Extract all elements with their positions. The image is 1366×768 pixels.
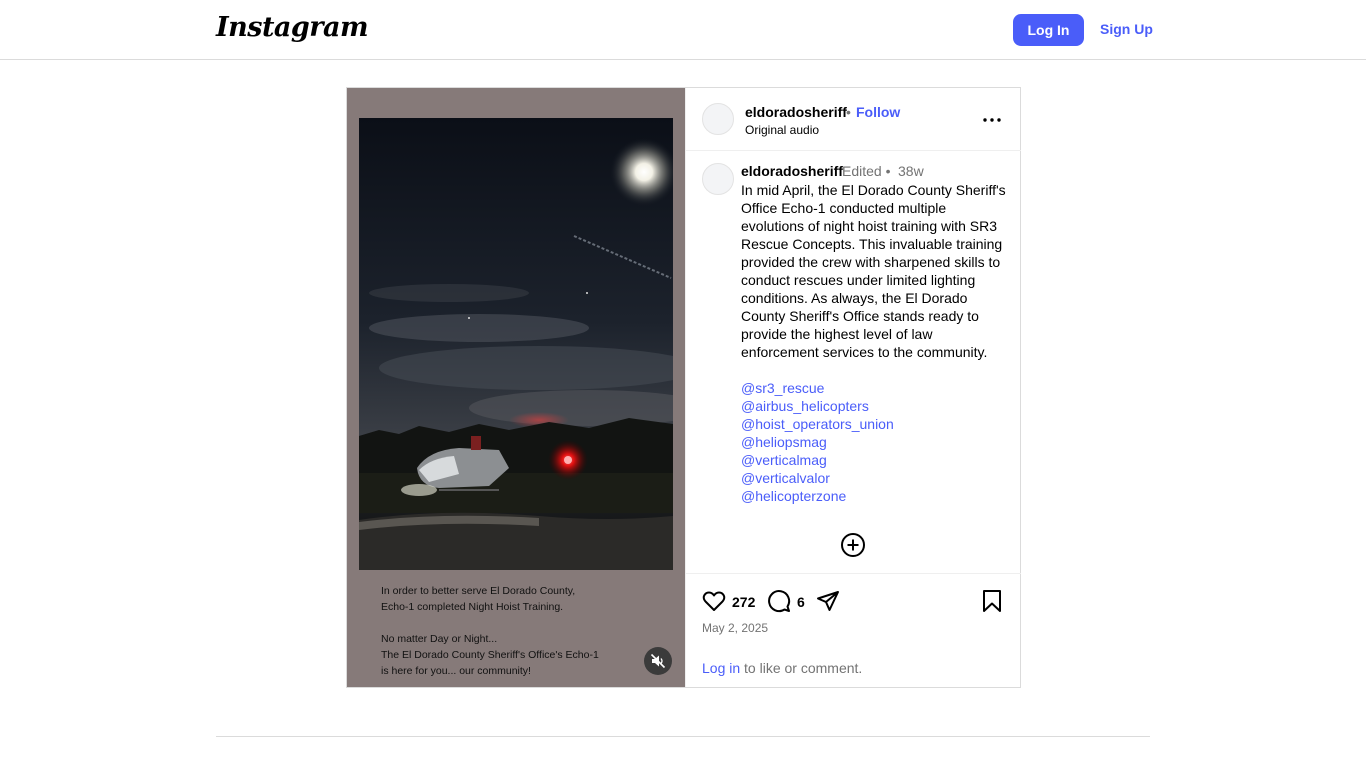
instagram-logo[interactable]: Instagram xyxy=(216,12,369,43)
post-actions: 272 6 May 2, 2025 Log in to like or comm… xyxy=(686,573,1021,687)
follow-button[interactable]: Follow xyxy=(856,104,900,120)
audio-link[interactable]: Original audio xyxy=(745,123,819,137)
header-separator: • xyxy=(846,104,851,120)
login-prompt: Log in to like or comment. xyxy=(702,660,862,676)
caption-text: In mid April, the El Dorado County Sheri… xyxy=(741,182,1006,360)
post-age[interactable]: 38w xyxy=(898,163,924,179)
overlay-text-1: In order to better serve El Dorado Count… xyxy=(381,585,576,613)
mention-link[interactable]: @hoist_operators_union xyxy=(741,415,1006,433)
login-link[interactable]: Log in xyxy=(702,660,740,676)
top-nav: Instagram Log In Sign Up xyxy=(0,0,1366,60)
ellipsis-icon xyxy=(983,118,1001,122)
more-options-button[interactable] xyxy=(982,110,1002,130)
edited-label: Edited • xyxy=(842,163,891,179)
mention-list: @sr3_rescue @airbus_helicopters @hoist_o… xyxy=(741,379,1006,505)
heart-icon[interactable] xyxy=(702,589,726,613)
post-header: eldoradosheriff • Follow Original audio xyxy=(686,88,1021,151)
share-icon[interactable] xyxy=(816,589,840,613)
caption-avatar[interactable] xyxy=(702,163,734,195)
comment-icon[interactable] xyxy=(767,589,791,613)
header-username[interactable]: eldoradosheriff xyxy=(745,104,847,120)
login-prompt-text: to like or comment. xyxy=(740,660,863,676)
mention-link[interactable]: @sr3_rescue xyxy=(741,379,1006,397)
mention-link[interactable]: @verticalvalor xyxy=(741,469,1006,487)
mention-link[interactable]: @verticalmag xyxy=(741,451,1006,469)
like-count[interactable]: 272 xyxy=(732,594,755,610)
plus-circle-icon xyxy=(841,533,865,557)
mention-link[interactable]: @airbus_helicopters xyxy=(741,397,1006,415)
login-button[interactable]: Log In xyxy=(1013,14,1084,46)
comment-count[interactable]: 6 xyxy=(797,594,805,610)
mute-button[interactable] xyxy=(644,647,672,675)
bookmark-icon[interactable] xyxy=(982,589,1002,613)
avatar[interactable] xyxy=(702,103,734,135)
post-card: In order to better serve El Dorado Count… xyxy=(346,87,1021,688)
post-media[interactable]: In order to better serve El Dorado Count… xyxy=(347,88,685,687)
load-more-comments-button[interactable] xyxy=(840,532,866,558)
night-helicopter-photo xyxy=(359,118,673,570)
mention-link[interactable]: @helicopterzone xyxy=(741,487,1006,505)
media-caption-overlay: In order to better serve El Dorado Count… xyxy=(381,583,641,679)
caption-username[interactable]: eldoradosheriff xyxy=(741,163,843,179)
post-date: May 2, 2025 xyxy=(702,621,769,635)
mention-link[interactable]: @heliopsmag xyxy=(741,433,1006,451)
overlay-text-2: No matter Day or Night... The El Dorado … xyxy=(381,633,599,677)
speaker-muted-icon xyxy=(650,653,666,669)
post-details-panel: eldoradosheriff • Follow Original audio … xyxy=(685,88,1021,687)
footer-divider xyxy=(216,736,1150,737)
caption-comment: eldoradosheriff Edited • 38w In mid Apri… xyxy=(686,152,1021,572)
signup-link[interactable]: Sign Up xyxy=(1100,21,1153,37)
